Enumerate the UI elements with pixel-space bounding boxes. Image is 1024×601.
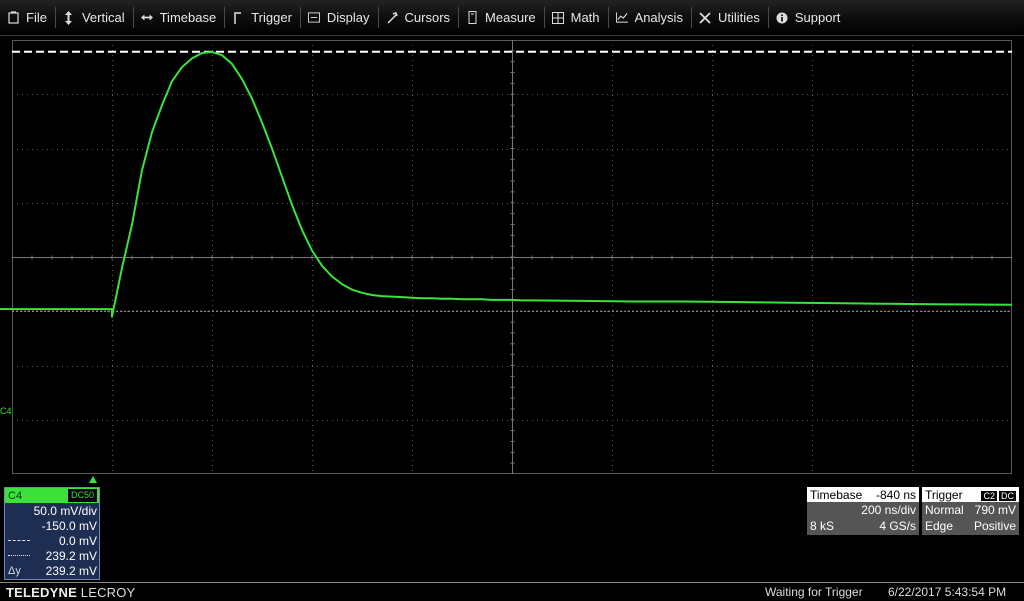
cursor2-value: 239.2 mV — [45, 548, 97, 563]
menu-cursors[interactable]: Cursors — [379, 0, 460, 35]
vdiv-row: 50.0 mV/div — [5, 503, 99, 518]
timebase-descriptor[interactable]: Timebase -840 ns 200 ns/div 8 kS 4 GS/s — [807, 487, 919, 535]
trigger-row2: Edge Positive — [922, 518, 1019, 534]
menu-bar: File Vertical Timebase Trigger Display Cursor… — [0, 0, 1024, 36]
menu-label: Support — [794, 10, 841, 25]
status-bar: TELEDYNE LECROY Waiting for Trigger 6/22… — [0, 582, 1024, 601]
menu-timebase[interactable]: Timebase — [134, 0, 226, 35]
brand-bold: TELEDYNE — [6, 585, 77, 600]
measure-icon — [466, 11, 478, 25]
menu-label: Analysis — [634, 10, 683, 25]
date-time: 6/22/2017 5:43:54 PM — [888, 585, 1007, 599]
menu-label: Cursors — [404, 10, 451, 25]
analysis-chart-icon — [615, 11, 628, 25]
vertical-arrows-icon — [63, 10, 75, 25]
menu-label: Display — [326, 10, 370, 25]
trigger-row1: Normal 790 mV — [922, 502, 1019, 518]
timebase-header: Timebase -840 ns — [807, 487, 919, 502]
timebase-label: Timebase — [810, 487, 863, 502]
menu-label: Math — [570, 10, 600, 25]
channel-ground-label: C4 — [0, 406, 12, 416]
trigger-position-marker[interactable] — [89, 476, 97, 483]
trigger-source: C2 — [981, 490, 997, 501]
cursor2-row: 239.2 mV — [5, 548, 99, 563]
sample-rate: 4 GS/s — [879, 519, 916, 533]
menu-label: Vertical — [81, 10, 125, 25]
channel-header: C4 DC50 — [5, 488, 99, 503]
cursor1-value: 0.0 mV — [58, 533, 97, 548]
offset-row: -150.0 mV — [5, 518, 99, 533]
acquisition-status: Waiting for Trigger — [765, 585, 863, 599]
menu-label: Measure — [485, 10, 536, 25]
channel-offset: -150.0 mV — [41, 518, 97, 533]
menu-utilities[interactable]: Utilities — [692, 0, 769, 35]
brand-logo: TELEDYNE LECROY — [6, 585, 135, 600]
brand-light: LECROY — [80, 585, 136, 600]
menu-trigger[interactable]: Trigger — [225, 0, 301, 35]
cursor1-line-icon — [8, 540, 30, 541]
trace-line — [12, 50, 1013, 318]
trigger-slope: Positive — [973, 519, 1016, 533]
trigger-icon — [232, 11, 244, 25]
timebase-delay: -840 ns — [875, 487, 916, 502]
menu-label: Timebase — [159, 10, 217, 25]
menu-display[interactable]: Display — [301, 0, 379, 35]
cursor1-row: 0.0 mV — [5, 533, 99, 548]
timebase-row2: 8 kS 4 GS/s — [807, 518, 919, 534]
delta-value: 239.2 mV — [45, 563, 97, 578]
channel-descriptor[interactable]: C4 DC50 50.0 mV/div -150.0 mV 0.0 mV 239… — [4, 487, 100, 580]
waveform-trace — [0, 50, 1013, 318]
sample-points: 8 kS — [810, 519, 835, 533]
menu-math[interactable]: Math — [545, 0, 609, 35]
waveform-display[interactable] — [0, 40, 1013, 474]
menu-label: File — [26, 10, 47, 25]
info-icon — [776, 11, 788, 25]
menu-measure[interactable]: Measure — [459, 0, 545, 35]
tools-icon — [699, 11, 711, 25]
delta-row: Δy 239.2 mV — [5, 563, 99, 578]
menu-support[interactable]: Support — [769, 0, 850, 35]
menu-file[interactable]: File — [0, 0, 56, 35]
timebase-row1: 200 ns/div — [807, 502, 919, 518]
menu-label: Trigger — [251, 10, 292, 25]
cursor2-line-icon — [8, 555, 30, 556]
file-icon — [7, 11, 19, 25]
trigger-header: Trigger C2 DC — [922, 487, 1019, 502]
display-icon — [307, 11, 320, 25]
cursor-icon — [386, 11, 398, 25]
channel-name: C4 — [8, 489, 23, 502]
trigger-coupling: DC — [999, 490, 1016, 501]
trigger-label: Trigger — [925, 487, 963, 502]
calculator-icon — [551, 11, 564, 25]
coupling-badge: DC50 — [67, 489, 97, 502]
volts-per-div: 50.0 mV/div — [33, 503, 97, 518]
trigger-level: 790 mV — [974, 503, 1016, 517]
trigger-descriptor[interactable]: Trigger C2 DC Normal 790 mV Edge Positive — [922, 487, 1019, 535]
trigger-mode: Normal — [925, 503, 964, 517]
menu-vertical[interactable]: Vertical — [56, 0, 134, 35]
menu-label: Utilities — [717, 10, 760, 25]
horizontal-arrows-icon — [140, 11, 153, 25]
time-per-div: 200 ns/div — [861, 503, 916, 517]
delta-label: Δy — [8, 564, 21, 577]
menu-analysis[interactable]: Analysis — [609, 0, 693, 35]
trigger-type: Edge — [925, 519, 954, 533]
